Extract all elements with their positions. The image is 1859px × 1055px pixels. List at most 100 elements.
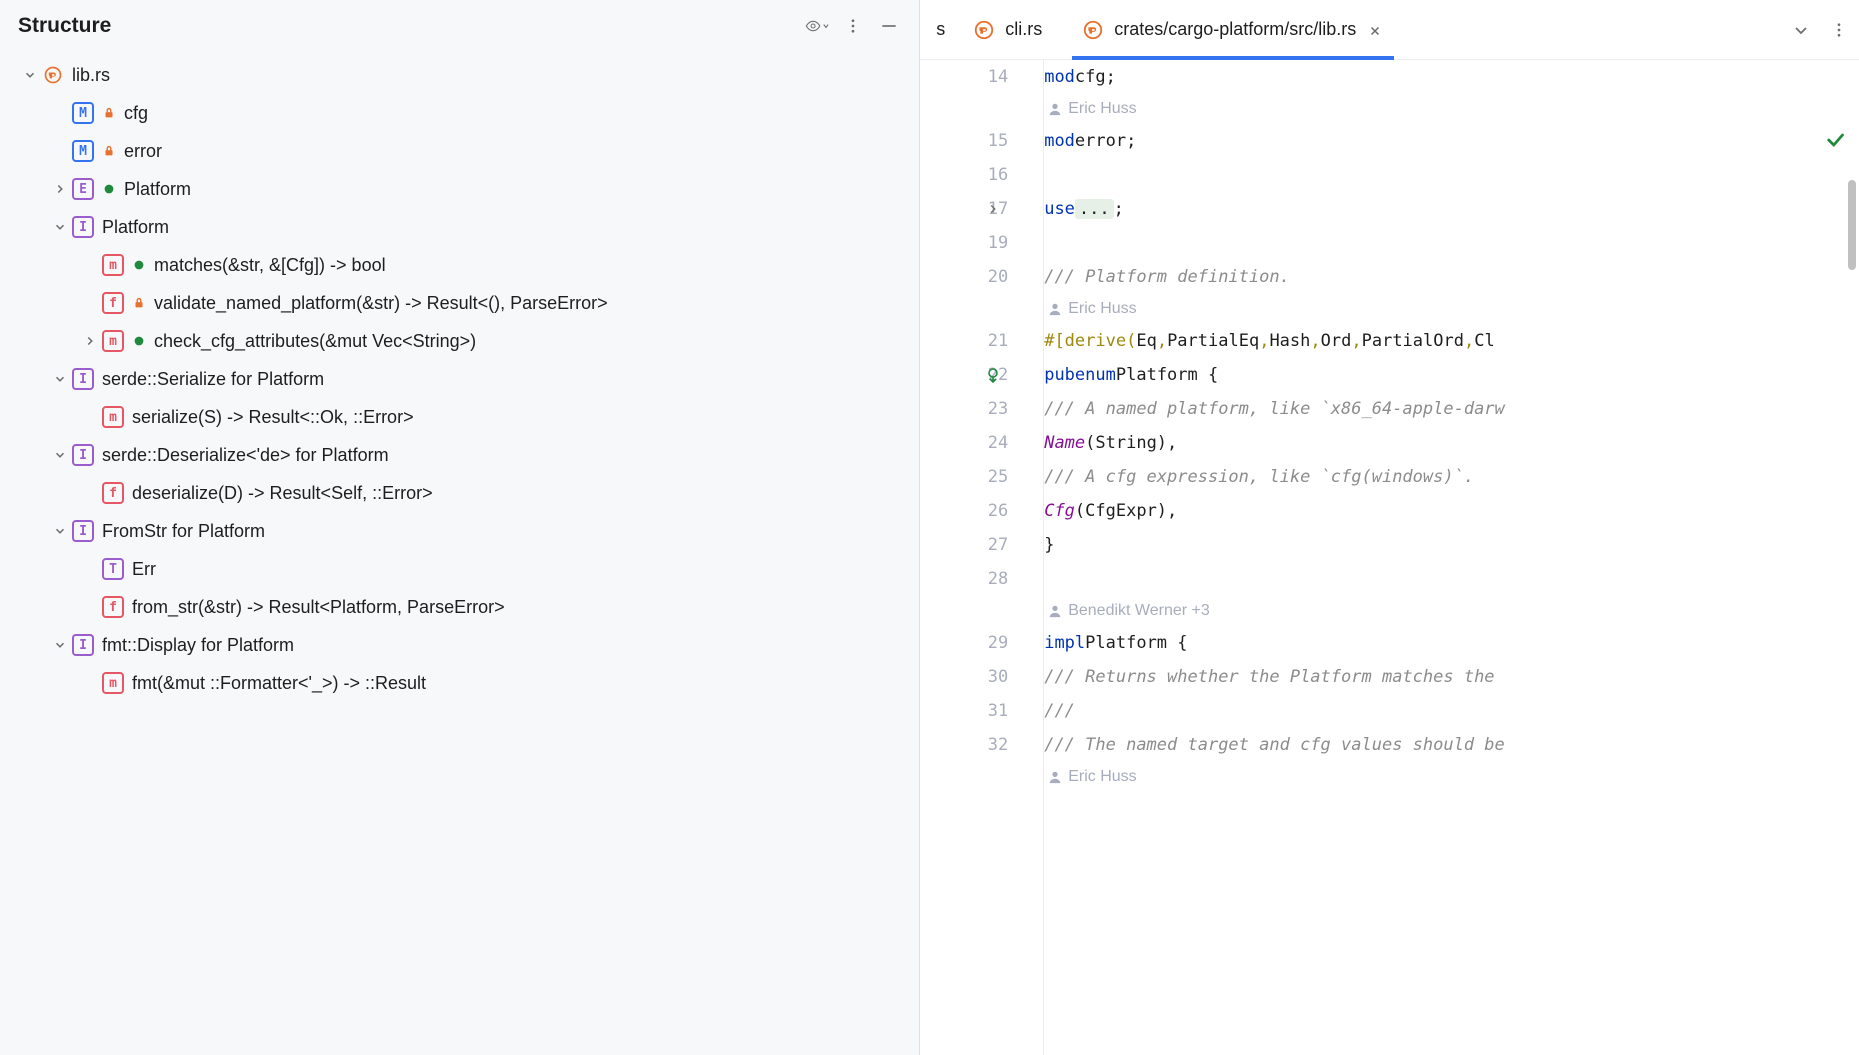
code-line[interactable]: mod cfg; [1044,60,1859,94]
tree-item-label: check_cfg_attributes(&mut Vec<String>) [154,331,476,352]
gutter-line-number[interactable]: 25 [920,460,1008,494]
code-line[interactable] [1044,562,1859,596]
vertical-scrollbar[interactable] [1848,180,1856,270]
vcs-author-annotation[interactable]: Eric Huss [1044,294,1859,324]
symbol-I-icon: I [72,216,94,238]
editor-tabs: s cli.rscrates/cargo-platform/src/lib.rs [920,0,1859,60]
symbol-f-icon: f [102,596,124,618]
structure-tree: lib.rsMcfgMerrorEPlatformIPlatformmmatch… [0,52,919,1055]
public-visibility-icon [132,334,146,348]
code-line[interactable]: impl Platform { [1044,626,1859,660]
tree-row[interactable]: m fmt(&mut ::Formatter<'_>) -> ::Result [0,664,919,702]
gutter-line-number[interactable]: 28 [920,562,1008,596]
tree-row[interactable]: TErr [0,550,919,588]
vcs-author-annotation[interactable]: Eric Huss [1044,762,1859,792]
gutter-line-number[interactable]: 16 [920,158,1008,192]
vcs-author-annotation[interactable]: Eric Huss [1044,94,1859,124]
tree-item-label: error [124,141,162,162]
gutter-line-number[interactable]: 15 [920,124,1008,158]
tree-row[interactable]: IFromStr for Platform [0,512,919,550]
tree-row[interactable]: mserialize(S) -> Result<::Ok, ::Error> [0,398,919,436]
code-line[interactable]: use ...; [1044,192,1859,226]
gutter-line-number[interactable]: 32 [920,728,1008,762]
gutter-line-number[interactable]: 17 [920,192,1008,226]
tree-row[interactable]: fvalidate_named_platform(&str) -> Result… [0,284,919,322]
structure-panel: Structure lib.rsMcfgMerrorEPlatformIPlat… [0,0,920,1055]
tree-row[interactable]: Mcfg [0,94,919,132]
fold-expand-icon[interactable] [984,200,1002,218]
code-line[interactable]: /// Platform definition. [1044,260,1859,294]
code-line[interactable]: /// Returns whether the Platform matches… [1044,660,1859,694]
gutter-line-number[interactable]: 24 [920,426,1008,460]
code-line[interactable]: #[derive(Eq, PartialEq, Hash, Ord, Parti… [1044,324,1859,358]
symbol-f-icon: f [102,292,124,314]
tree-row[interactable]: IPlatform [0,208,919,246]
symbol-T-icon: T [102,558,124,580]
chevron-down-icon[interactable] [48,519,72,543]
code-editor[interactable]: 14 1516171920 2122232425262728 29303132 mod… [920,60,1859,1055]
code-line[interactable]: } [1044,528,1859,562]
gutter-line-number[interactable]: 31 [920,694,1008,728]
public-visibility-icon [102,182,116,196]
gutter-line-number[interactable]: 22 [920,358,1008,392]
vcs-author-annotation[interactable]: Benedikt Werner +3 [1044,596,1859,626]
tree-row[interactable]: mmatches(&str, &[Cfg]) -> bool [0,246,919,284]
tab-dropdown-icon[interactable] [1789,18,1813,42]
gutter-line-number[interactable]: 20 [920,260,1008,294]
tree-row[interactable]: Iserde::Deserialize<'de> for Platform [0,436,919,474]
tree-item-label: matches(&str, &[Cfg]) -> bool [154,255,386,276]
chevron-down-icon[interactable] [48,215,72,239]
tree-row[interactable]: ffrom_str(&str) -> Result<Platform, Pars… [0,588,919,626]
visibility-icon[interactable] [805,14,829,38]
gutter-line-number[interactable]: 23 [920,392,1008,426]
code-line[interactable]: /// [1044,694,1859,728]
tree-row[interactable]: EPlatform [0,170,919,208]
editor-tab[interactable]: cli.rs [953,0,1062,59]
tab-more-icon[interactable] [1827,18,1851,42]
tab-partial[interactable]: s [928,19,953,40]
code-area[interactable]: mod cfg;Eric Hussmod error;use ...;/// P… [1044,60,1859,1055]
rust-file-icon [1082,19,1104,41]
tree-row[interactable]: fdeserialize(D) -> Result<Self, ::Error> [0,474,919,512]
gutter-line-number[interactable]: 21 [920,324,1008,358]
gutter-line-number[interactable]: 14 [920,60,1008,94]
code-line[interactable]: /// The named target and cfg values shou… [1044,728,1859,762]
minimize-icon[interactable] [877,14,901,38]
gutter-line-number[interactable]: 26 [920,494,1008,528]
chevron-down-icon[interactable] [48,367,72,391]
gutter-line-number[interactable]: 19 [920,226,1008,260]
tree-item-label: serde::Serialize for Platform [102,369,324,390]
gutter-line-number[interactable]: 30 [920,660,1008,694]
code-line[interactable]: Cfg(CfgExpr), [1044,494,1859,528]
gutter-line-number[interactable]: 27 [920,528,1008,562]
editor-tab[interactable]: crates/cargo-platform/src/lib.rs [1062,0,1404,59]
chevron-down-icon[interactable] [48,633,72,657]
close-icon[interactable] [1368,22,1384,38]
more-icon[interactable] [841,14,865,38]
chevron-right-icon[interactable] [78,329,102,353]
code-line[interactable]: /// A named platform, like `x86_64-apple… [1044,392,1859,426]
chevron-down-icon[interactable] [18,63,42,87]
tree-row[interactable]: Iserde::Serialize for Platform [0,360,919,398]
chevron-down-icon[interactable] [48,443,72,467]
tree-row[interactable]: Ifmt::Display for Platform [0,626,919,664]
code-line[interactable] [1044,226,1859,260]
symbol-m-icon: m [102,672,124,694]
symbol-I-icon: I [72,368,94,390]
code-line[interactable]: pub enum Platform { [1044,358,1859,392]
chevron-right-icon[interactable] [48,177,72,201]
tree-item-label: fmt(&mut ::Formatter<'_>) -> ::Result [132,673,426,694]
tree-item-label: deserialize(D) -> Result<Self, ::Error> [132,483,433,504]
code-line[interactable] [1044,158,1859,192]
gutter-line-number[interactable]: 29 [920,626,1008,660]
tree-row[interactable]: Merror [0,132,919,170]
inspection-ok-icon[interactable] [1825,130,1845,155]
tree-row[interactable]: lib.rs [0,56,919,94]
tree-row[interactable]: mcheck_cfg_attributes(&mut Vec<String>) [0,322,919,360]
code-line[interactable]: /// A cfg expression, like `cfg(windows)… [1044,460,1859,494]
code-line[interactable]: mod error; [1044,124,1859,158]
public-visibility-icon [132,258,146,272]
implements-gutter-icon[interactable] [984,366,1002,384]
code-line[interactable]: Name(String), [1044,426,1859,460]
private-lock-icon [102,106,116,120]
